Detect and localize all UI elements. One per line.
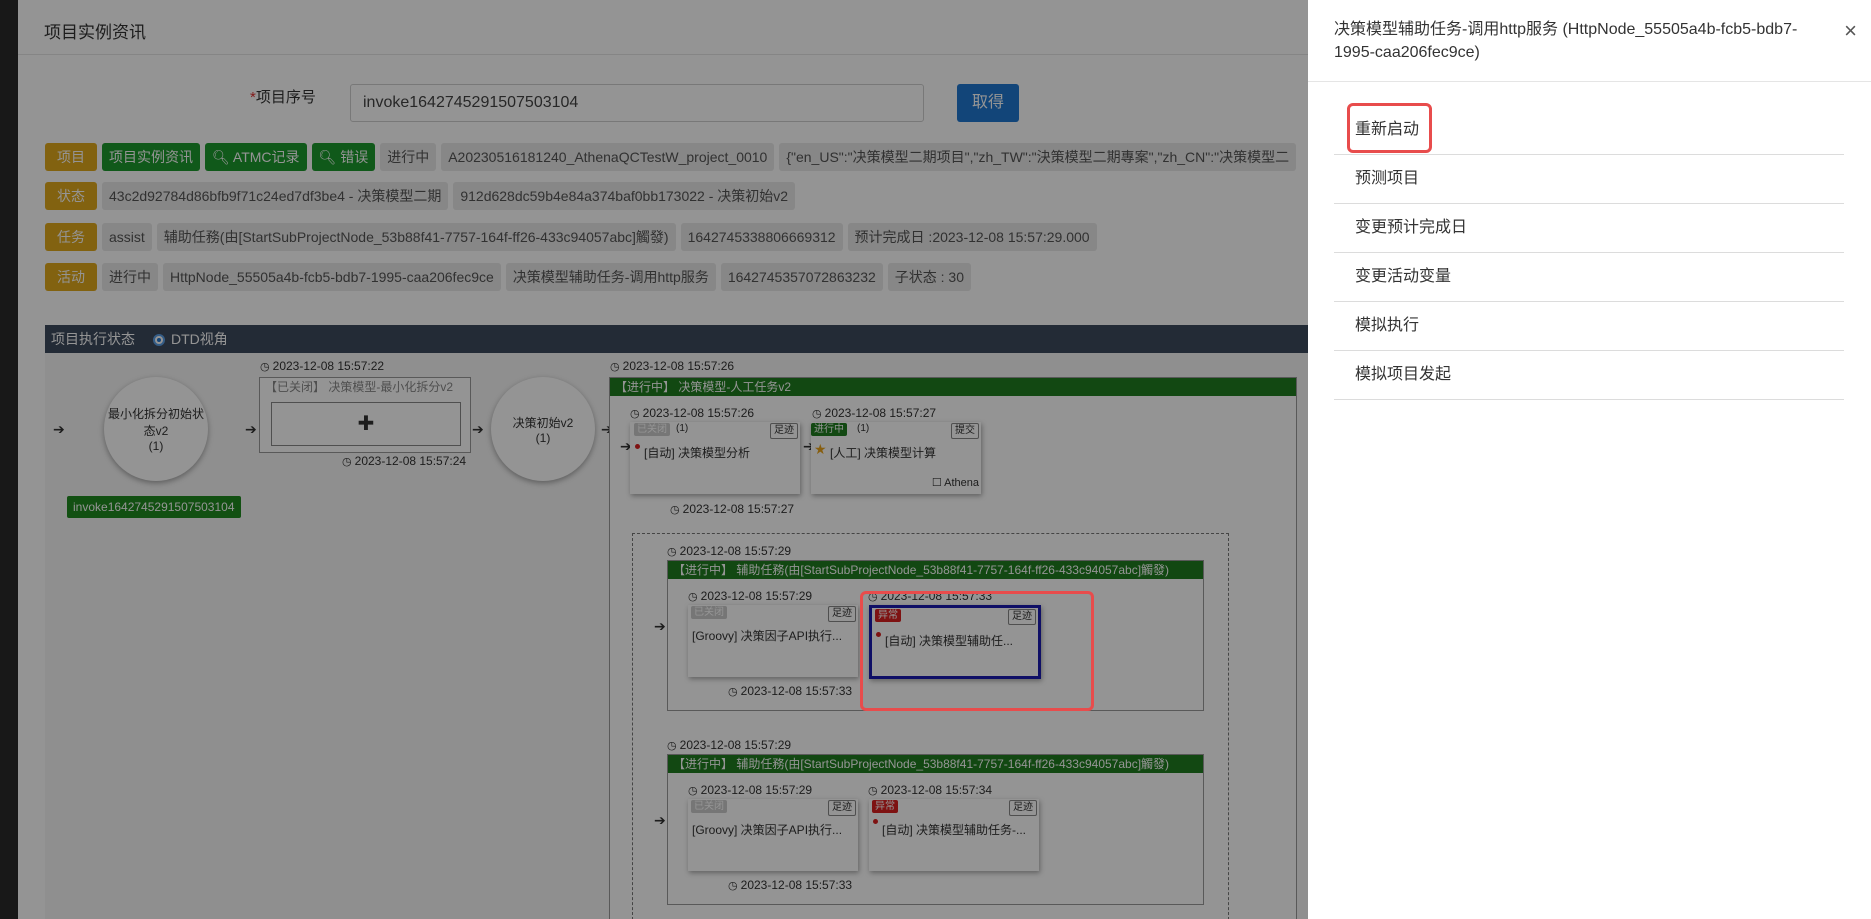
menu-predict-project[interactable]: 预测项目: [1334, 155, 1844, 204]
close-icon[interactable]: ×: [1844, 18, 1857, 44]
drawer-divider: [1308, 81, 1871, 82]
restart-highlight: [1347, 103, 1432, 153]
selected-node-highlight: [860, 591, 1094, 711]
action-drawer: 决策模型辅助任务-调用http服务 (HttpNode_55505a4b-fcb…: [1308, 0, 1871, 919]
menu-change-due-date[interactable]: 变更预计完成日: [1334, 204, 1844, 253]
menu-simulate-launch[interactable]: 模拟项目发起: [1334, 351, 1844, 400]
menu-simulate-run[interactable]: 模拟执行: [1334, 302, 1844, 351]
menu-change-variables[interactable]: 变更活动变量: [1334, 253, 1844, 302]
modal-backdrop[interactable]: [0, 0, 1308, 919]
drawer-title: 决策模型辅助任务-调用http服务 (HttpNode_55505a4b-fcb…: [1334, 21, 1798, 61]
